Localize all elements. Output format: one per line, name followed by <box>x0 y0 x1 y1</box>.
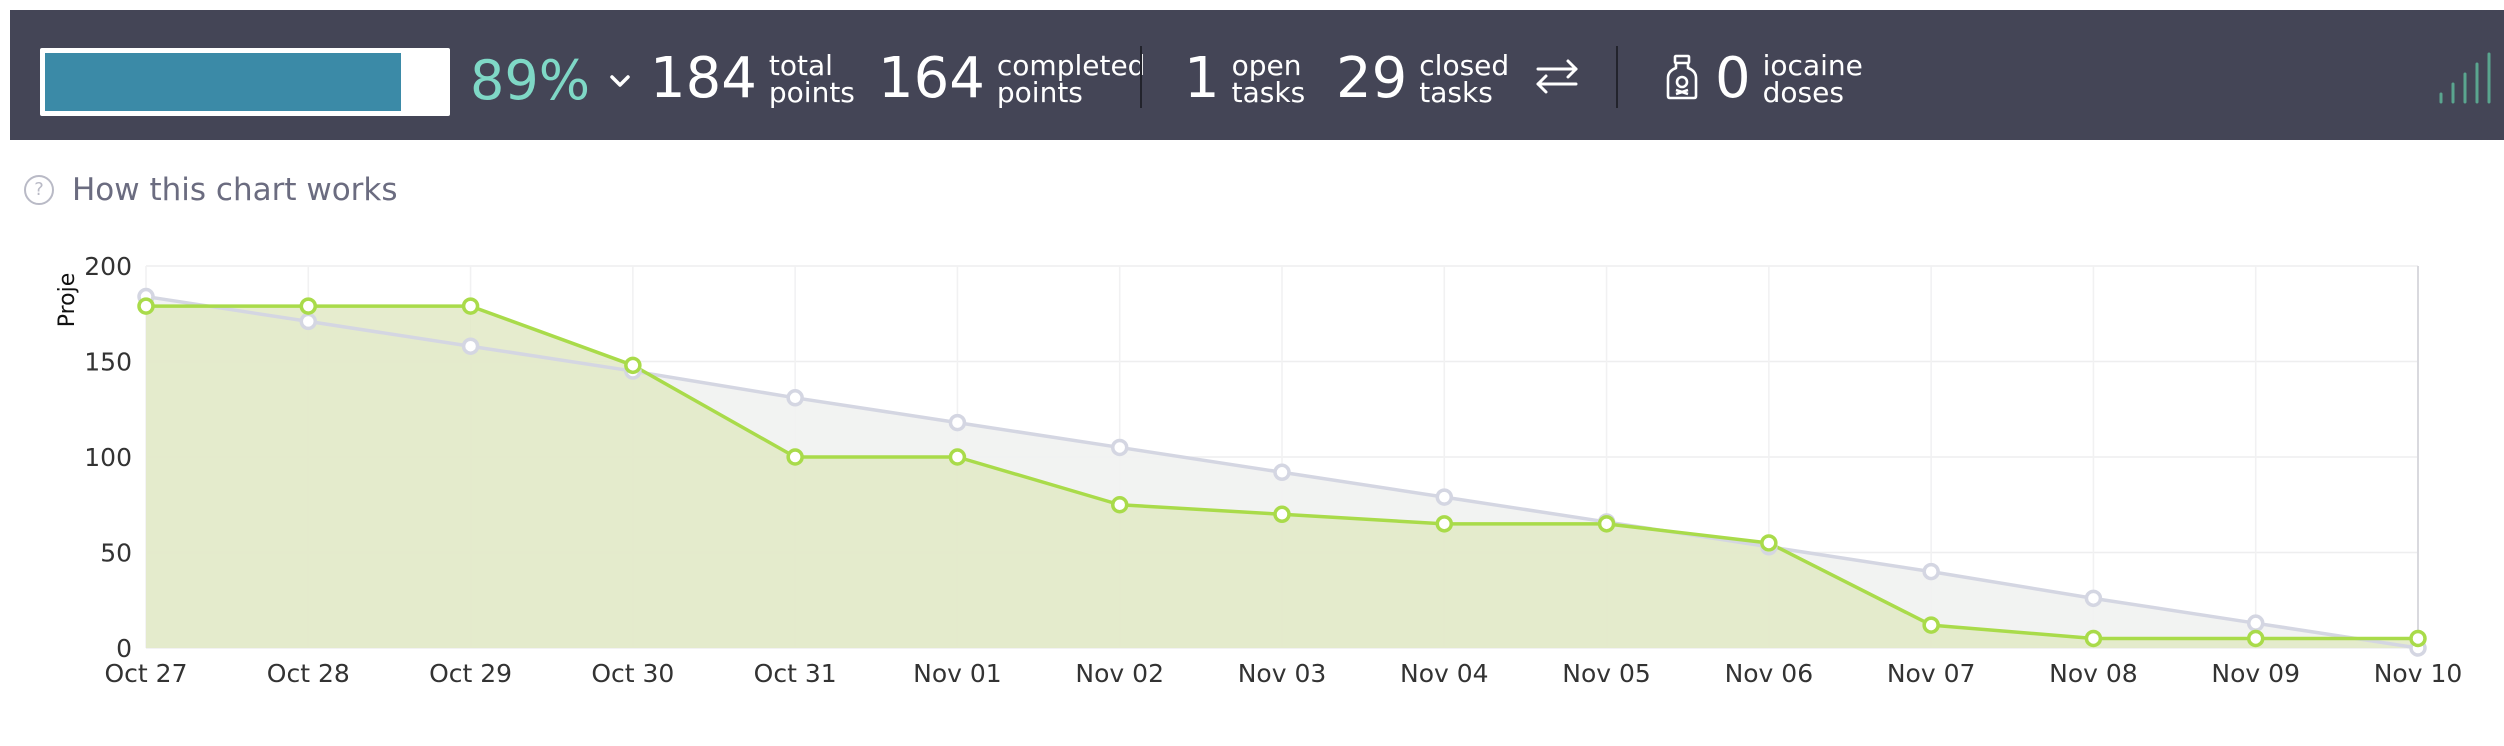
actual-data-point <box>137 297 155 315</box>
actual-data-point <box>1273 505 1291 524</box>
iocaine-doses-label-line1: iocaine <box>1762 49 1863 82</box>
ideal-data-point <box>1110 438 1129 457</box>
x-tick-label: Nov 01 <box>913 659 1002 688</box>
x-tick-label: Oct 27 <box>105 659 188 688</box>
ideal-data-point <box>299 312 318 331</box>
open-tasks-value: 1 <box>1184 46 1220 111</box>
total-points-label: total points <box>768 49 855 109</box>
open-tasks-label-line2: tasks <box>1231 76 1306 109</box>
ideal-data-point <box>1273 463 1291 482</box>
x-tick-label: Nov 10 <box>2374 659 2463 688</box>
x-tick-label: Nov 09 <box>2211 659 2300 688</box>
help-question-icon: ? <box>24 175 54 205</box>
closed-tasks-label: closed tasks <box>1419 49 1510 109</box>
progress-percent: 89% <box>470 49 591 112</box>
x-tick-label: Nov 03 <box>1238 659 1327 688</box>
actual-data-point <box>299 297 318 315</box>
x-tick-label: Oct 28 <box>267 659 350 688</box>
x-tick-label: Nov 06 <box>1725 659 1814 688</box>
x-tick-label: Oct 30 <box>591 659 674 688</box>
ideal-data-point <box>1922 562 1940 581</box>
completed-points-label-line2: points <box>996 76 1083 109</box>
actual-data-point <box>2409 629 2427 648</box>
x-tick-label: Oct 29 <box>429 659 512 688</box>
actual-data-point <box>948 448 967 466</box>
completed-points-stat: 164 completed points <box>878 44 1145 114</box>
open-tasks-stat: 1 open tasks <box>1184 44 1305 114</box>
burndown-chart-svg: 050100150200Oct 27 Oct 28 Oct 29 Oct 30 Oct … <box>55 252 2463 688</box>
swap-arrows-icon[interactable] <box>1532 56 1582 96</box>
completed-points-label-line1: completed <box>996 49 1146 82</box>
open-tasks-label: open tasks <box>1231 49 1306 109</box>
actual-data-point <box>2246 629 2265 648</box>
closed-tasks-label-line1: closed <box>1419 49 1510 82</box>
total-points-label-line1: total <box>768 49 833 82</box>
actual-data-point <box>1922 616 1940 634</box>
total-points-label-line2: points <box>768 76 855 109</box>
actual-data-point <box>786 448 804 466</box>
total-points-stat: 184 total points <box>650 44 855 114</box>
completed-points-label: completed points <box>996 49 1146 109</box>
iocaine-doses-label: iocaine doses <box>1762 49 1863 109</box>
y-tick-label: 200 <box>84 252 132 281</box>
how-chart-works-link[interactable]: ? How this chart works <box>24 172 398 208</box>
x-tick-label: Nov 05 <box>1562 659 1651 688</box>
burndown-chart: 0 50 100 150 200 Oct 27 Oct 28 Oct 29 Oct 30 Oct … <box>0 230 2504 742</box>
y-tick-label: 100 <box>84 443 132 472</box>
y-axis-label: Proje <box>55 273 80 328</box>
chevron-down-icon[interactable] <box>605 66 635 96</box>
y-tick-label: 150 <box>84 348 132 377</box>
summary-divider <box>1140 46 1142 108</box>
bar-chart-icon[interactable] <box>2435 50 2495 106</box>
actual-data-point <box>624 356 642 375</box>
how-chart-works-label: How this chart works <box>72 172 398 208</box>
ideal-data-point <box>1435 488 1454 506</box>
completed-points-value: 164 <box>878 46 985 111</box>
iocaine-doses-value: 0 <box>1715 46 1751 111</box>
open-tasks-label-line1: open <box>1231 49 1302 82</box>
actual-data-point <box>1110 496 1129 514</box>
closed-tasks-stat: 29 closed tasks <box>1336 44 1509 114</box>
ideal-data-point <box>786 389 804 407</box>
progress-bar <box>40 48 450 116</box>
ideal-data-point <box>2084 589 2103 608</box>
x-tick-label: Nov 02 <box>1075 659 1164 688</box>
progress-bar-fill <box>45 53 401 111</box>
actual-data-point <box>461 297 480 315</box>
x-tick-label: Nov 04 <box>1400 659 1489 688</box>
total-points-value: 184 <box>650 46 757 111</box>
y-tick-label: 50 <box>100 539 132 568</box>
actual-data-point <box>1597 515 1616 533</box>
actual-data-point <box>2084 629 2103 648</box>
ideal-data-point <box>2246 614 2265 632</box>
actual-data-point <box>1435 515 1454 533</box>
sprint-summary-bar: 89% 184 total points 164 completed point… <box>10 10 2504 140</box>
ideal-data-point <box>461 337 480 355</box>
iocaine-doses-stat: 0 iocaine doses <box>1715 44 1863 114</box>
closed-tasks-value: 29 <box>1336 46 1408 111</box>
poison-bottle-icon <box>1666 54 1698 100</box>
ideal-data-point <box>948 413 967 432</box>
x-tick-label: Nov 07 <box>1887 659 1976 688</box>
summary-divider-2 <box>1616 46 1618 108</box>
x-tick-label: Nov 08 <box>2049 659 2138 688</box>
iocaine-doses-label-line2: doses <box>1762 76 1844 109</box>
closed-tasks-label-line2: tasks <box>1419 76 1493 109</box>
actual-data-point <box>1760 534 1778 552</box>
x-tick-label: Oct 31 <box>754 659 837 688</box>
